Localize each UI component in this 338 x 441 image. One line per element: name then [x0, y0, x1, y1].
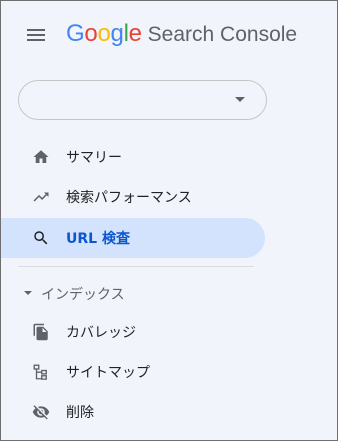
nav-item-label: カバレッジ: [66, 325, 136, 341]
sitemap-icon: [31, 362, 51, 382]
product-name: Search Console: [147, 23, 298, 46]
divider: [18, 266, 254, 267]
nav-item-label: URL 検査: [66, 231, 130, 247]
nav-item-url-inspection[interactable]: URL 検査: [1, 218, 265, 258]
trending-up-icon: [31, 187, 51, 207]
nav-item-label: サマリー: [66, 150, 122, 166]
nav-item-label: 検索パフォーマンス: [66, 190, 192, 206]
section-header-index[interactable]: インデックス: [1, 275, 265, 311]
search-icon: [31, 228, 51, 248]
nav-item-label: サイトマップ: [66, 365, 150, 381]
visibility-off-icon: [31, 402, 51, 422]
nav-item-summary[interactable]: サマリー: [1, 137, 265, 177]
home-icon: [31, 147, 51, 167]
nav-item-performance[interactable]: 検索パフォーマンス: [1, 177, 265, 217]
dropdown-arrow-icon: [235, 97, 245, 102]
logo-letter: o: [97, 20, 111, 47]
section-header-label: インデックス: [41, 287, 125, 303]
logo-letter: g: [110, 20, 124, 47]
logo-letter: e: [128, 20, 142, 47]
nav-item-label: 削除: [66, 405, 94, 421]
nav-item-removals[interactable]: 削除: [1, 392, 265, 432]
app-brand[interactable]: Google Search Console: [66, 20, 297, 48]
caret-down-icon: [24, 291, 32, 295]
google-logo: Google: [66, 20, 142, 48]
coverage-icon: [31, 322, 51, 342]
logo-letter: o: [84, 20, 98, 47]
nav-item-coverage[interactable]: カバレッジ: [1, 312, 265, 352]
search-console-sidebar: Google Search Console サマリー 検索パフォーマンス URL…: [0, 0, 338, 441]
hamburger-menu-icon[interactable]: [27, 27, 47, 43]
logo-letter: G: [66, 20, 85, 47]
nav-item-sitemap[interactable]: サイトマップ: [1, 352, 265, 392]
property-selector[interactable]: [18, 80, 267, 120]
